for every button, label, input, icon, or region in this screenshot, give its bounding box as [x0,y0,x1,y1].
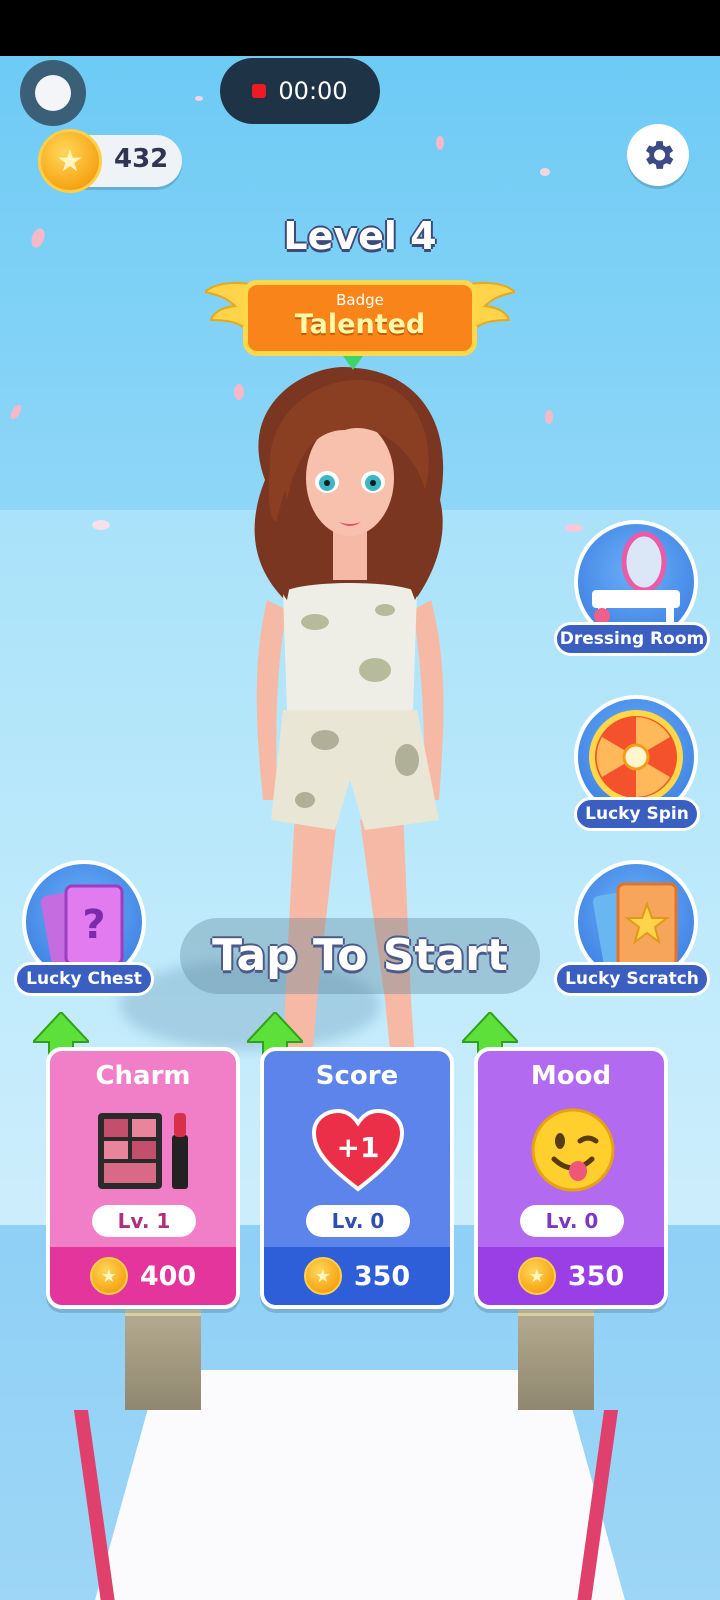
coin-icon: ★ [89,1257,128,1295]
stone-pillar-left [125,1310,201,1410]
coin-icon: ★ [517,1257,556,1295]
badge-plate: Badge Talented [243,280,477,356]
card-level: Lv. 0 [306,1205,410,1237]
lucky-scratch-button[interactable]: Lucky Scratch [554,860,710,1010]
card-title: Score [315,1061,399,1091]
card-level: Lv. 1 [92,1205,196,1237]
tap-to-start-prompt[interactable]: Tap To Start [180,918,540,994]
dressing-room-button[interactable]: Dressing Room [554,520,710,670]
badge-caption: Badge [336,291,384,309]
card-title: Charm [95,1061,191,1091]
badge-title: Talented [294,309,426,340]
petal [545,410,553,424]
makeup-palette-icon [98,1113,188,1189]
badge-banner: Badge Talented [205,278,515,362]
petal [92,520,110,530]
winking-face-icon [531,1108,615,1192]
heart-plus-one-icon: +1 [312,1109,404,1192]
level-label: Level 4 [283,214,437,258]
card-price: 350 [567,1260,625,1292]
coin-icon: ★ [38,129,102,193]
heart-badge-text: +1 [337,1131,380,1164]
petal [436,136,444,150]
lucky-chest-label: Lucky Chest [14,962,154,996]
dressing-room-label: Dressing Room [554,622,710,656]
game-scene[interactable]: 00:00 ★ 432 Level 4 Badge Talented Dress… [0,0,720,1600]
lucky-scratch-label: Lucky Scratch [554,962,710,996]
petal [195,96,203,101]
card-price: 350 [353,1260,411,1292]
coin-counter: ★ 432 [38,129,182,193]
lucky-spin-button[interactable]: Lucky Spin [560,695,710,845]
card-price-bar: ★ 400 [50,1247,236,1305]
gear-icon [645,141,674,169]
record-timer[interactable]: 00:00 [220,58,380,124]
petal [540,168,550,176]
screen-record-button[interactable] [20,60,86,126]
record-dot-icon [35,75,71,111]
record-timer-text: 00:00 [278,77,348,105]
card-level: Lv. 0 [520,1205,624,1237]
charm-upgrade-card[interactable]: Charm Lv. 1 ★ 400 [46,1047,240,1309]
lucky-spin-label: Lucky Spin [574,797,700,831]
mood-upgrade-card[interactable]: Mood Lv. 0 ★ 350 [474,1047,668,1309]
card-price-bar: ★ 350 [264,1247,450,1305]
card-price-bar: ★ 350 [478,1247,664,1305]
card-title: Mood [530,1061,612,1091]
badge-pointer-icon [343,356,363,370]
coin-icon: ★ [303,1257,342,1295]
score-upgrade-card[interactable]: Score +1 Lv. 0 ★ 350 [260,1047,454,1309]
settings-button[interactable] [627,124,689,186]
svg-text:?: ? [82,902,105,948]
lucky-chest-button[interactable]: ? Lucky Chest [14,860,164,1010]
status-bar [0,0,720,56]
recording-indicator-icon [252,84,267,98]
coin-count: 432 [114,144,169,174]
card-price: 400 [139,1260,197,1292]
stone-pillar-right [518,1310,594,1410]
